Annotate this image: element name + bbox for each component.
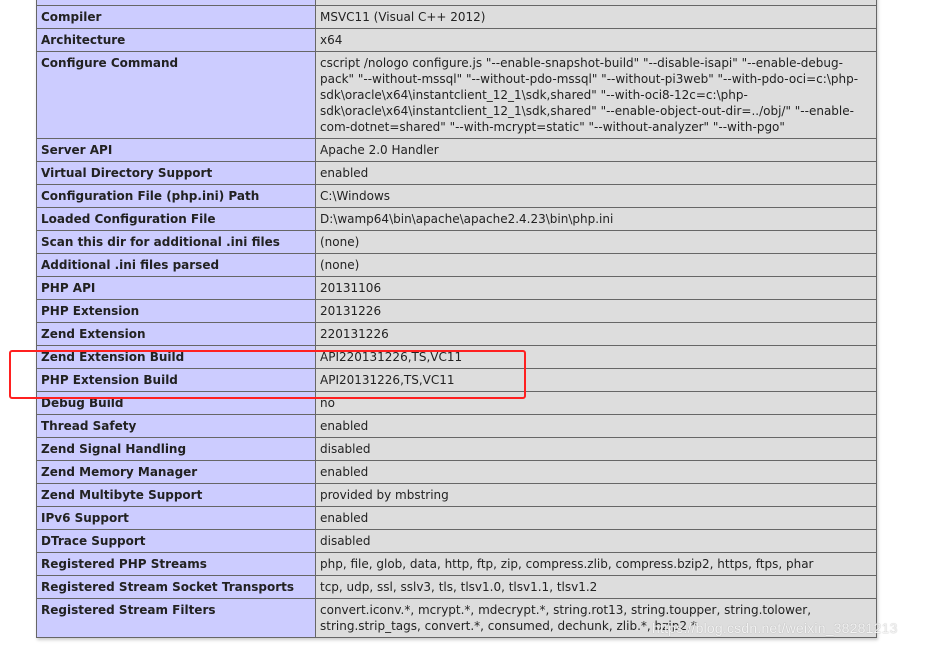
- row-label: Zend Multibyte Support: [36, 483, 316, 507]
- table-row: Configure Command cscript /nologo configu…: [36, 51, 877, 139]
- table-row: Compiler MSVC11 (Visual C++ 2012): [36, 5, 877, 29]
- row-label: Server API: [36, 138, 316, 162]
- row-label: Configuration File (php.ini) Path: [36, 184, 316, 208]
- highlight-box: [9, 350, 526, 399]
- row-value: C:\Windows: [315, 184, 877, 208]
- table-row: DTrace Support disabled: [36, 529, 877, 553]
- row-label: Compiler: [36, 5, 316, 29]
- row-value: provided by mbstring: [315, 483, 877, 507]
- row-label: Registered Stream Socket Transports: [36, 575, 316, 599]
- table-row: Additional .ini files parsed (none): [36, 253, 877, 277]
- table-row: Zend Signal Handling disabled: [36, 437, 877, 461]
- table-row: Zend Multibyte Support provided by mbstri…: [36, 483, 877, 507]
- table-row: IPv6 Support enabled: [36, 506, 877, 530]
- table-row: Registered Stream Socket Transports tcp, …: [36, 575, 877, 599]
- table-row: Thread Safety enabled: [36, 414, 877, 438]
- row-label: IPv6 Support: [36, 506, 316, 530]
- table-row: Configuration File (php.ini) Path C:\Wind…: [36, 184, 877, 208]
- table-row: PHP Extension 20131226: [36, 299, 877, 323]
- row-label: Loaded Configuration File: [36, 207, 316, 231]
- row-value: disabled: [315, 529, 877, 553]
- row-value: 20131226: [315, 299, 877, 323]
- table-row: PHP API 20131106: [36, 276, 877, 300]
- row-label: PHP Extension: [36, 299, 316, 323]
- row-value: enabled: [315, 161, 877, 185]
- row-label: Registered PHP Streams: [36, 552, 316, 576]
- row-label: Architecture: [36, 28, 316, 52]
- row-value: 220131226: [315, 322, 877, 346]
- table-row: Zend Extension 220131226: [36, 322, 877, 346]
- watermark: https://blog.csdn.net/weixin_38281213: [652, 620, 898, 636]
- table-row: Zend Memory Manager enabled: [36, 460, 877, 484]
- row-label: Zend Signal Handling: [36, 437, 316, 461]
- row-value: D:\wamp64\bin\apache\apache2.4.23\bin\ph…: [315, 207, 877, 231]
- row-value: (none): [315, 253, 877, 277]
- table-row: Registered PHP Streams php, file, glob, d…: [36, 552, 877, 576]
- row-value: enabled: [315, 414, 877, 438]
- table-row: Server API Apache 2.0 Handler: [36, 138, 877, 162]
- row-value: x64: [315, 28, 877, 52]
- row-value: tcp, udp, ssl, sslv3, tls, tlsv1.0, tlsv…: [315, 575, 877, 599]
- table-row: Virtual Directory Support enabled: [36, 161, 877, 185]
- row-label: Virtual Directory Support: [36, 161, 316, 185]
- row-value: MSVC11 (Visual C++ 2012): [315, 5, 877, 29]
- row-label: DTrace Support: [36, 529, 316, 553]
- row-label: Registered Stream Filters: [36, 598, 316, 638]
- row-label: PHP API: [36, 276, 316, 300]
- row-value: cscript /nologo configure.js "--enable-s…: [315, 51, 877, 139]
- table-row: Scan this dir for additional .ini files(…: [36, 230, 877, 254]
- row-label: Additional .ini files parsed: [36, 253, 316, 277]
- row-label: Configure Command: [36, 51, 316, 139]
- row-value: 20131106: [315, 276, 877, 300]
- row-value: enabled: [315, 460, 877, 484]
- table-row: Architecture x64: [36, 28, 877, 52]
- php-info-table: Compiler MSVC11 (Visual C++ 2012) Architec…: [36, 0, 877, 638]
- row-value: disabled: [315, 437, 877, 461]
- row-value: php, file, glob, data, http, ftp, zip, c…: [315, 552, 877, 576]
- row-value: enabled: [315, 506, 877, 530]
- row-value: (none): [315, 230, 877, 254]
- row-label: Zend Extension: [36, 322, 316, 346]
- row-value: Apache 2.0 Handler: [315, 138, 877, 162]
- row-label: Zend Memory Manager: [36, 460, 316, 484]
- row-label: Thread Safety: [36, 414, 316, 438]
- table-row: Loaded Configuration File D:\wamp64\bin\a…: [36, 207, 877, 231]
- row-label: Scan this dir for additional .ini files: [36, 230, 316, 254]
